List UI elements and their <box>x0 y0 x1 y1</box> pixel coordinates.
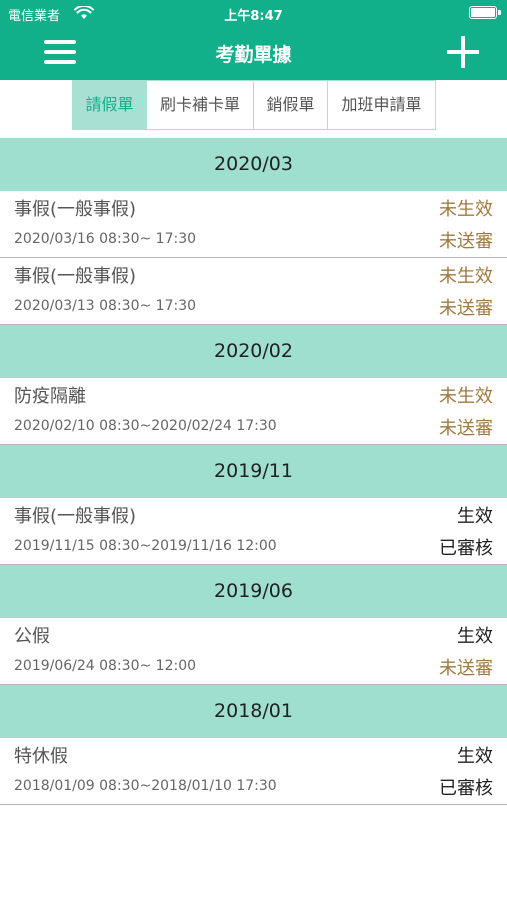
item-title: 事假(一般事假) <box>14 506 137 527</box>
list-item[interactable]: 特休假 2018/01/09 08:30~2018/01/10 17:30 生效… <box>0 738 507 805</box>
item-date: 2020/02/10 08:30~2020/02/24 17:30 <box>14 418 277 434</box>
status-badge: 生效 <box>457 506 493 527</box>
review-status: 未送審 <box>439 231 493 252</box>
section-header: 2020/03 <box>0 138 507 191</box>
section-header: 2019/11 <box>0 445 507 498</box>
status-badge: 未生效 <box>439 386 493 407</box>
list-item[interactable]: 事假(一般事假) 2020/03/16 08:30~ 17:30 未生效 未送審 <box>0 191 507 258</box>
form-type-tabs: 請假單 刷卡補卡單 銷假單 加班申請單 <box>72 80 436 130</box>
item-title: 特休假 <box>14 746 68 767</box>
review-status: 未送審 <box>439 298 493 319</box>
item-date: 2020/03/13 08:30~ 17:30 <box>14 298 197 314</box>
status-badge: 未生效 <box>439 199 493 220</box>
status-badge: 生效 <box>457 746 493 767</box>
section-header: 2018/01 <box>0 685 507 738</box>
battery-icon <box>469 6 501 19</box>
item-date: 2019/06/24 08:30~ 12:00 <box>14 658 197 674</box>
item-date: 2018/01/09 08:30~2018/01/10 17:30 <box>14 778 277 794</box>
list-item[interactable]: 公假 2019/06/24 08:30~ 12:00 生效 未送審 <box>0 618 507 685</box>
item-title: 公假 <box>14 626 50 647</box>
item-date: 2020/03/16 08:30~ 17:30 <box>14 231 197 247</box>
tab-leave-cancellation[interactable]: 銷假單 <box>254 81 328 129</box>
header-bar: 電信業者 上午8:47 考勤單據 <box>0 0 507 80</box>
add-icon[interactable] <box>447 36 479 68</box>
review-status: 已審核 <box>439 778 493 799</box>
status-bar: 電信業者 上午8:47 <box>0 0 507 26</box>
tab-card-punch-supplement[interactable]: 刷卡補卡單 <box>147 81 254 129</box>
review-status: 未送審 <box>439 418 493 439</box>
tab-leave-request[interactable]: 請假單 <box>73 81 147 129</box>
page-title: 考勤單據 <box>215 44 292 66</box>
tab-overtime-request[interactable]: 加班申請單 <box>328 81 435 129</box>
review-status: 已審核 <box>439 538 493 559</box>
list-item[interactable]: 防疫隔離 2020/02/10 08:30~2020/02/24 17:30 未… <box>0 378 507 445</box>
list-item[interactable]: 事假(一般事假) 2020/03/13 08:30~ 17:30 未生效 未送審 <box>0 258 507 325</box>
section-header: 2020/02 <box>0 325 507 378</box>
clock: 上午8:47 <box>224 9 283 24</box>
item-date: 2019/11/15 08:30~2019/11/16 12:00 <box>14 538 277 554</box>
status-badge: 生效 <box>457 626 493 647</box>
list-item[interactable]: 事假(一般事假) 2019/11/15 08:30~2019/11/16 12:… <box>0 498 507 565</box>
section-header: 2019/06 <box>0 565 507 618</box>
status-badge: 未生效 <box>439 266 493 287</box>
item-title: 事假(一般事假) <box>14 199 137 220</box>
leave-list: 2020/03 事假(一般事假) 2020/03/16 08:30~ 17:30… <box>0 138 507 805</box>
item-title: 事假(一般事假) <box>14 266 137 287</box>
item-title: 防疫隔離 <box>14 386 86 407</box>
review-status: 未送審 <box>439 658 493 679</box>
